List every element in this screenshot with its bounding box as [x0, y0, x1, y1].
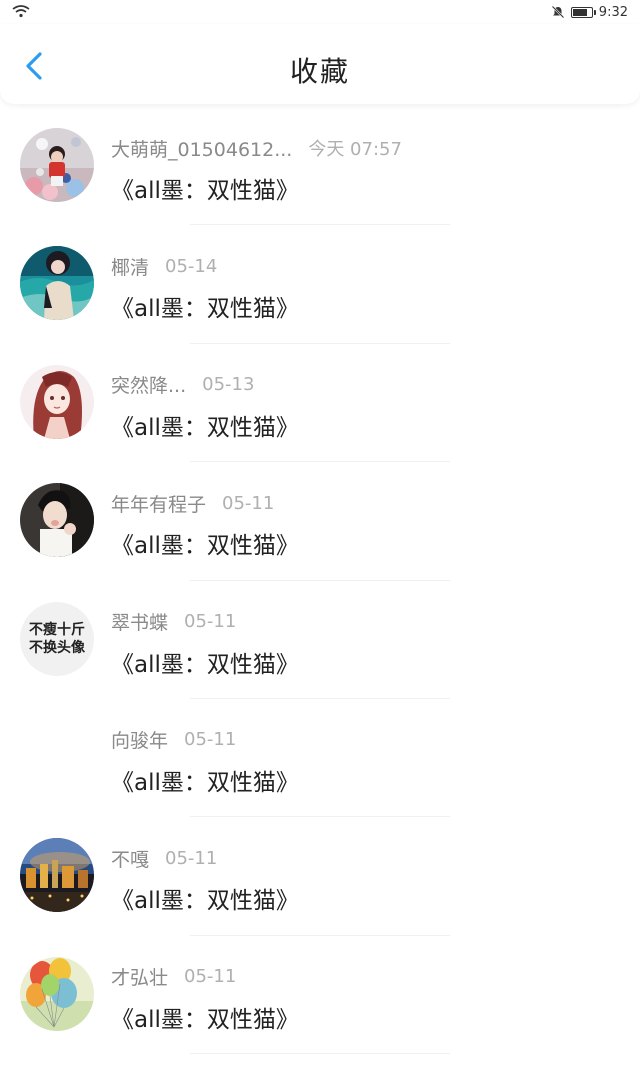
wifi-icon [12, 5, 30, 18]
timestamp: 05-11 [184, 966, 237, 988]
avatar-text-line: 不换头像 [29, 639, 85, 656]
book-title[interactable]: 《all墨：双性猫》 [111, 645, 299, 679]
list-item[interactable]: 不瘦十斤 不换头像 翠书蝶 05-11 《all墨：双性猫》 [0, 581, 640, 699]
username[interactable]: 不嘎 [111, 845, 149, 872]
favorites-list: 大萌萌_01504612... 今天 07:57 《all墨：双性猫》 椰清 05-14… [0, 107, 640, 1055]
book-title[interactable]: 《all墨：双性猫》 [111, 289, 299, 323]
timestamp: 05-11 [184, 729, 237, 751]
timestamp: 05-11 [184, 611, 237, 633]
item-meta: 才弘壮 05-11 [111, 965, 236, 989]
timestamp: 05-11 [165, 847, 218, 869]
username[interactable]: 翠书蝶 [111, 608, 168, 635]
username[interactable]: 椰清 [111, 253, 149, 280]
list-item[interactable]: 突然降... 05-13 《all墨：双性猫》 [0, 344, 640, 463]
username[interactable]: 突然降... [111, 371, 186, 398]
list-item[interactable]: 不嘎 05-11 《all墨：双性猫》 [0, 817, 640, 936]
avatar[interactable]: 不瘦十斤 不换头像 [20, 601, 94, 676]
avatar[interactable] [20, 956, 94, 1031]
item-meta: 突然降... 05-13 [111, 373, 254, 397]
page-title: 收藏 [289, 55, 350, 88]
avatar[interactable] [20, 364, 94, 439]
item-meta: 椰清 05-14 [111, 253, 218, 280]
avatar[interactable] [20, 838, 94, 913]
header: 收藏 [0, 24, 640, 104]
book-title[interactable]: 《all墨：双性猫》 [111, 1000, 299, 1034]
timestamp: 05-11 [222, 492, 275, 514]
username[interactable]: 向骏年 [111, 726, 168, 753]
status-bar: 9:32 [0, 0, 640, 24]
avatar-text-line: 不瘦十斤 [29, 621, 85, 638]
list-item[interactable]: 年年有程子 05-11 《all墨：双性猫》 [0, 462, 640, 581]
item-meta: 年年有程子 05-11 [111, 490, 275, 517]
book-title[interactable]: 《all墨：双性猫》 [111, 526, 299, 560]
username[interactable]: 才弘壮 [111, 963, 168, 990]
avatar[interactable] [20, 483, 94, 558]
item-meta: 翠书蝶 05-11 [111, 610, 236, 634]
book-title[interactable]: 《all墨：双性猫》 [111, 408, 299, 442]
timestamp: 今天 07:57 [308, 139, 402, 160]
list-item[interactable]: 椰清 05-14 《all墨：双性猫》 [0, 225, 640, 344]
avatar[interactable] [20, 246, 94, 321]
status-time: 9:32 [598, 4, 628, 20]
list-item[interactable]: 向骏年 05-11 《all墨：双性猫》 [0, 699, 640, 818]
mute-icon [551, 5, 565, 19]
battery-icon [570, 6, 596, 18]
username[interactable]: 年年有程子 [111, 490, 206, 517]
divider [190, 1053, 450, 1055]
avatar[interactable] [20, 128, 94, 202]
item-meta: 大萌萌_01504612... 今天 07:57 [111, 135, 402, 162]
list-item[interactable]: 才弘壮 05-11 《all墨：双性猫》 [0, 936, 640, 1055]
item-meta: 不嘎 05-11 [111, 845, 218, 872]
item-meta: 向骏年 05-11 [111, 728, 236, 752]
timestamp: 05-13 [202, 374, 255, 396]
book-title[interactable]: 《all墨：双性猫》 [111, 763, 299, 797]
book-title[interactable]: 《all墨：双性猫》 [111, 881, 299, 915]
username[interactable]: 大萌萌_01504612... [111, 135, 292, 162]
list-item[interactable]: 大萌萌_01504612... 今天 07:57 《all墨：双性猫》 [0, 107, 640, 226]
book-title[interactable]: 《all墨：双性猫》 [111, 171, 299, 205]
timestamp: 05-14 [165, 255, 218, 277]
